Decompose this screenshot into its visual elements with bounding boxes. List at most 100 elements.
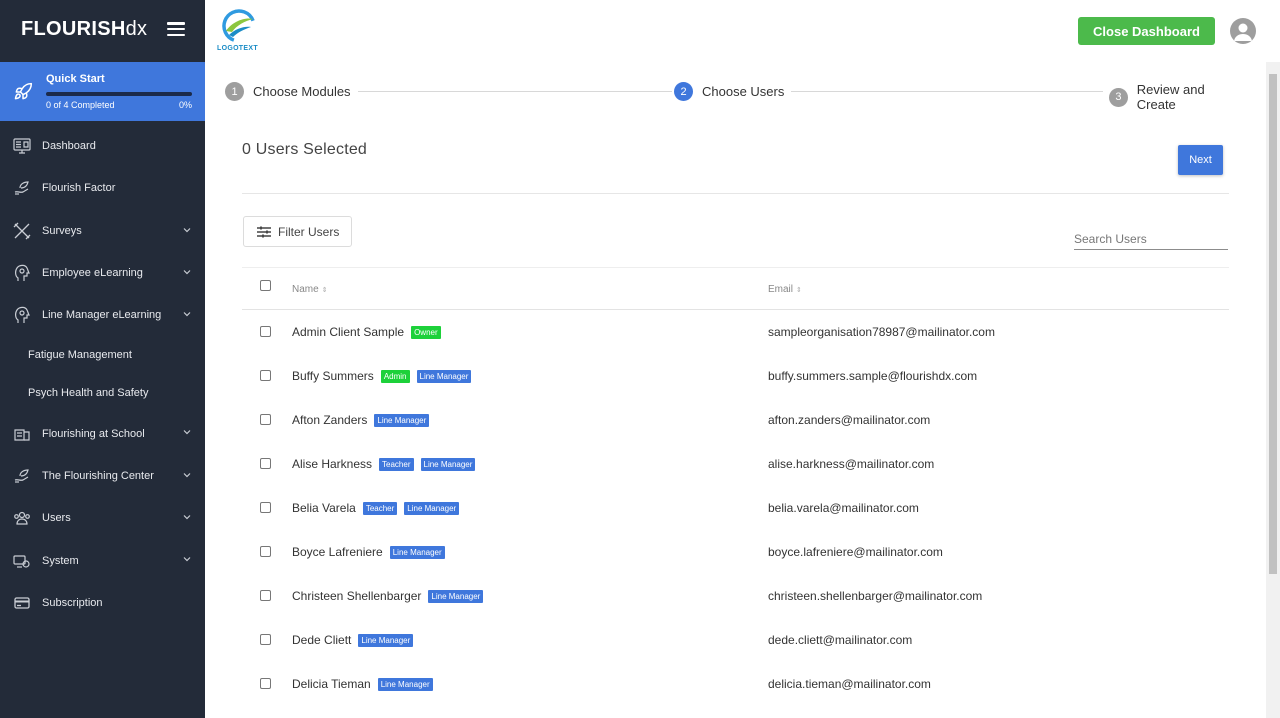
table-row[interactable]: Christeen Shellenbarger Line Manager chris… [242,574,1229,618]
user-name-cell: Delicia Tieman Line Manager [292,677,433,691]
sidebar-item-system[interactable]: System [0,539,205,581]
user-email: alise.harkness@mailinator.com [768,457,935,471]
chevron-down-icon [183,312,191,317]
user-name: Buffy Summers [292,369,374,383]
column-header-name[interactable]: Name ⇕ [292,284,328,295]
search-users-input[interactable] [1074,228,1228,250]
sidebar-item-surveys[interactable]: Surveys [0,210,205,252]
row-checkbox[interactable] [260,414,271,425]
user-name: Boyce Lafreniere [292,545,383,559]
role-badge: Teacher [362,501,398,515]
leaf-hand-icon [12,466,32,486]
step-review-create[interactable]: 3 Review and Create [1109,82,1246,112]
table-row[interactable]: Alise Harkness Teacher Line Manager alise.h… [242,442,1229,486]
user-name-cell: Christeen Shellenbarger Line Manager [292,589,484,603]
chevron-down-icon [183,269,191,275]
menu-toggle-icon[interactable] [167,22,185,36]
step-number: 2 [674,82,693,101]
row-checkbox[interactable] [260,590,271,601]
select-all-checkbox[interactable] [260,280,271,291]
table-header: Name ⇕ Email ⇕ [242,267,1229,310]
user-name-cell: Dede Cliett Line Manager [292,633,414,647]
table-row[interactable]: Buffy Summers Admin Line Manager buffy.summ… [242,354,1229,398]
sidebar-subitem-psych-health[interactable]: Psych Health and Safety [0,374,205,412]
step-choose-modules[interactable]: 1 Choose Modules [225,82,351,101]
role-badge: Line Manager [428,589,484,603]
column-header-email[interactable]: Email ⇕ [768,284,802,295]
school-icon [12,424,32,444]
user-name-cell: Belia Varela Teacher Line Manager [292,501,460,515]
close-dashboard-button[interactable]: Close Dashboard [1078,17,1215,45]
sort-icon: ⇕ [796,287,802,294]
sort-icon: ⇕ [321,287,328,294]
sidebar-item-subscription[interactable]: Subscription [0,582,205,624]
sidebar-item-label: The Flourishing Center [42,469,154,482]
stepper: 1 Choose Modules 2 Choose Users 3 Review… [225,82,1246,112]
head-brain-icon [12,263,32,283]
brand-logo[interactable]: FLOURISHdx [21,18,147,41]
users-selected-count: 0 Users Selected [242,141,368,158]
logo-text: LOGOTEXT [217,45,258,52]
sidebar-item-flourishing-center[interactable]: The Flourishing Center [0,455,205,497]
filter-users-label: Filter Users [278,224,340,239]
row-checkbox[interactable] [260,458,271,469]
user-name: Dede Cliett [292,633,352,647]
user-avatar-icon[interactable] [1230,18,1256,44]
table-row[interactable]: Belia Varela Teacher Line Manager belia.var… [242,486,1229,530]
scrollbar-thumb[interactable] [1269,74,1277,574]
row-checkbox[interactable] [260,502,271,513]
table-row[interactable]: Admin Client Sample Owner sampleorganisati… [242,310,1229,354]
row-checkbox[interactable] [260,370,271,381]
page-scrollbar[interactable] [1266,62,1280,718]
user-email: dede.cliett@mailinator.com [768,633,913,647]
table-row[interactable]: Dede Cliett Line Manager dede.cliett@maili… [242,618,1229,662]
row-checkbox[interactable] [260,678,271,689]
sidebar-item-flourishing-at-school[interactable]: Flourishing at School [0,412,205,454]
sidebar-item-label: Dashboard [42,140,96,153]
step-label: Review and Create [1136,82,1205,112]
user-email: delicia.tieman@mailinator.com [768,677,931,691]
sidebar-item-label: Surveys [42,224,82,237]
sidebar-item-label: Flourish Factor [42,182,116,195]
user-name-cell: Buffy Summers Admin Line Manager [292,369,472,383]
dashboard-icon [12,136,32,156]
step-label: Choose Modules [253,84,351,99]
user-email: afton.zanders@mailinator.com [768,413,931,427]
main-content: 1 Choose Modules 2 Choose Users 3 Review… [205,62,1266,718]
quick-start-progress-text: 0 of 4 Completed [46,100,115,110]
role-badge: Admin [380,369,410,383]
chevron-down-icon [183,472,191,478]
role-badge: Line Manager [404,501,460,515]
sidebar-item-label: Line Manager eLearning [42,309,162,322]
role-badge: Line Manager [420,457,476,471]
filter-users-button[interactable]: Filter Users [243,216,352,247]
step-choose-users[interactable]: 2 Choose Users [674,82,784,101]
chevron-down-icon [183,227,191,232]
table-row[interactable]: Boyce Lafreniere Line Manager boyce.lafren… [242,530,1229,574]
system-gear-icon [12,551,32,571]
sidebar-item-line-manager-elearning[interactable]: Line Manager eLearning [0,294,205,336]
user-name: Admin Client Sample [292,325,405,339]
next-button[interactable]: Next [1178,145,1223,175]
role-badge: Teacher [379,457,414,471]
quick-start-panel[interactable]: Quick Start 0 of 4 Completed 0% [0,62,205,121]
table-row[interactable]: Afton Zanders Line Manager afton.zanders@m… [242,398,1229,442]
rocket-icon [14,82,33,99]
sidebar-subitem-fatigue-management[interactable]: Fatigue Management [0,336,205,374]
chevron-down-icon [183,430,191,435]
row-checkbox[interactable] [260,546,271,557]
users-table: Name ⇕ Email ⇕ Admin Client Sample Owner sam… [242,267,1229,706]
row-checkbox[interactable] [260,634,271,645]
sidebar-item-label: Subscription [42,596,103,609]
sidebar-item-users[interactable]: Users [0,497,205,539]
sidebar-item-dashboard[interactable]: Dashboard [0,125,205,167]
step-connector [358,91,672,92]
step-number: 3 [1109,87,1128,107]
sidebar-item-label: Flourishing at School [42,427,145,440]
table-row[interactable]: Delicia Tieman Line Manager delicia.tieman… [242,662,1229,706]
user-email: sampleorganisation78987@mailinator.com [768,325,995,339]
sidebar-item-flourish-factor[interactable]: Flourish Factor [0,167,205,209]
row-checkbox[interactable] [260,326,271,337]
user-name: Alise Harkness [292,457,373,471]
sidebar-item-employee-elearning[interactable]: Employee eLearning [0,252,205,294]
